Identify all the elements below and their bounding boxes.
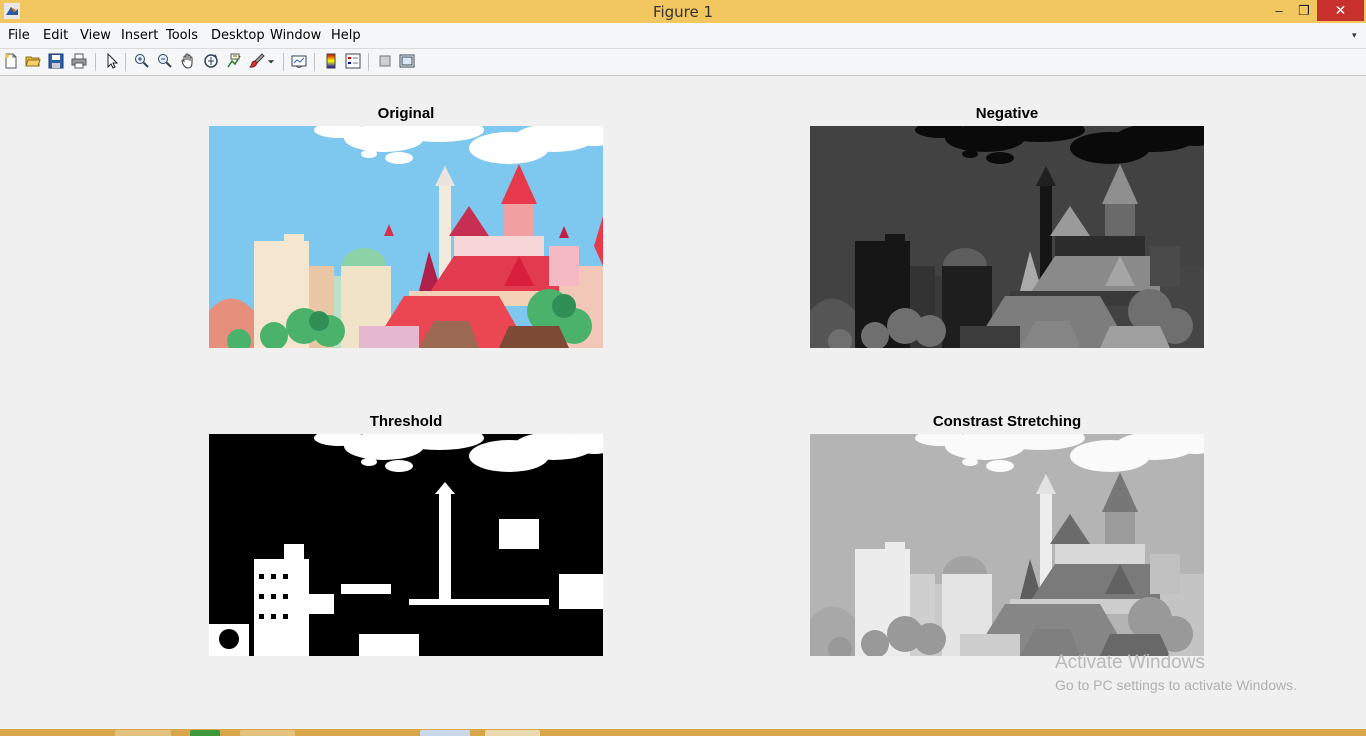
figure-toolbar: [0, 49, 1366, 76]
close-button[interactable]: ✕: [1317, 0, 1364, 21]
activation-watermark-title: Activate Windows: [1055, 652, 1205, 673]
link-plot-icon[interactable]: [290, 52, 308, 70]
insert-colorbar-icon[interactable]: [322, 52, 340, 70]
pan-hand-icon[interactable]: [179, 52, 197, 70]
data-cursor-icon[interactable]: [225, 52, 243, 70]
minimize-icon: ‒: [1275, 3, 1283, 18]
title-bar: Figure 1 ‒ ❐ ✕: [0, 0, 1366, 23]
menu-help[interactable]: Help: [331, 28, 361, 43]
zoom-out-icon[interactable]: [156, 52, 174, 70]
restore-icon: ❐: [1298, 2, 1310, 18]
minimize-button[interactable]: ‒: [1266, 0, 1292, 21]
axes-title-original: Original: [377, 105, 435, 122]
taskbar-item[interactable]: [420, 730, 470, 736]
menu-overflow-icon[interactable]: ▾: [1352, 30, 1357, 41]
menu-insert[interactable]: Insert: [121, 28, 158, 43]
show-plot-tools-icon[interactable]: [398, 52, 416, 70]
taskbar-item[interactable]: [115, 730, 171, 736]
taskbar-item[interactable]: [240, 730, 295, 736]
image-contrast-stretching: [810, 434, 1204, 656]
toolbar-separator: [314, 53, 315, 71]
activation-watermark-text: Go to PC settings to activate Windows.: [1055, 677, 1297, 693]
taskbar-item[interactable]: [190, 730, 220, 736]
menu-tools[interactable]: Tools: [166, 28, 198, 43]
axes-title-negative: Negative: [975, 105, 1039, 122]
axes-title-contrast-stretching: Constrast Stretching: [932, 413, 1082, 430]
hide-plot-tools-icon[interactable]: [376, 52, 394, 70]
close-icon: ✕: [1334, 2, 1347, 18]
image-original: [209, 126, 603, 348]
save-icon[interactable]: [47, 52, 65, 70]
menu-desktop[interactable]: Desktop: [211, 28, 265, 43]
toolbar-separator: [125, 53, 126, 71]
zoom-in-icon[interactable]: [133, 52, 151, 70]
toolbar-separator: [95, 53, 96, 71]
brush-dropdown-icon[interactable]: [266, 52, 276, 70]
new-figure-icon[interactable]: [2, 52, 20, 70]
axes-title-threshold: Threshold: [369, 413, 443, 430]
window-title: Figure 1: [652, 3, 714, 21]
toolbar-separator: [368, 53, 369, 71]
edit-plot-pointer-icon[interactable]: [103, 52, 121, 70]
image-threshold: [209, 434, 603, 656]
restore-button[interactable]: ❐: [1291, 0, 1317, 21]
image-negative: [810, 126, 1204, 348]
brush-icon[interactable]: [248, 52, 266, 70]
menu-edit[interactable]: Edit: [43, 28, 68, 43]
taskbar: [0, 729, 1366, 736]
menu-view[interactable]: View: [80, 28, 111, 43]
print-icon[interactable]: [70, 52, 88, 70]
menu-bar: File Edit View Insert Tools Desktop Wind…: [0, 23, 1366, 49]
menu-file[interactable]: File: [8, 28, 30, 43]
toolbar-separator: [283, 53, 284, 71]
open-file-icon[interactable]: [24, 52, 42, 70]
taskbar-item-matlab[interactable]: [485, 730, 540, 736]
rotate-3d-icon[interactable]: [202, 52, 220, 70]
menu-window[interactable]: Window: [270, 28, 321, 43]
insert-legend-icon[interactable]: [344, 52, 362, 70]
